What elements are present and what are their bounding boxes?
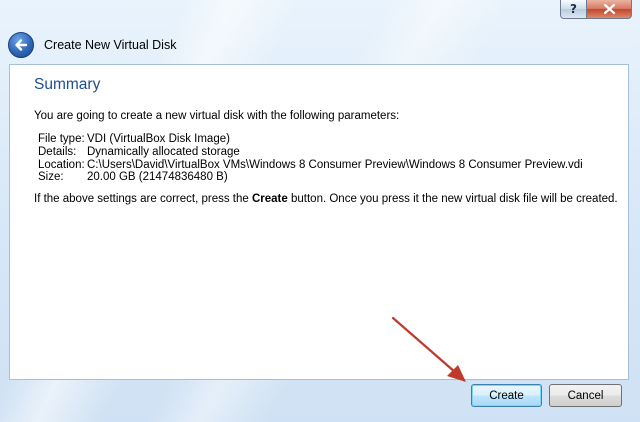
parameter-label: Location: <box>38 158 85 171</box>
back-button[interactable] <box>8 32 34 58</box>
parameter-value: Dynamically allocated storage <box>87 145 240 158</box>
parameter-value: C:\Users\David\VirtualBox VMs\Windows 8 … <box>87 158 583 171</box>
parameter-row-size: Size: 20.00 GB (21474836480 B) <box>38 171 583 184</box>
confirmation-text: If the above settings are correct, press… <box>34 193 618 205</box>
window-title: Create New Virtual Disk <box>44 38 177 52</box>
create-button[interactable]: Create <box>471 384 542 407</box>
cancel-button[interactable]: Cancel <box>549 384 622 407</box>
parameter-row-location: Location: C:\Users\David\VirtualBox VMs\… <box>38 159 583 172</box>
intro-text: You are going to create a new virtual di… <box>34 110 400 122</box>
parameter-row-details: Details: Dynamically allocated storage <box>38 146 583 159</box>
close-button[interactable] <box>587 0 632 19</box>
close-icon <box>603 4 615 14</box>
parameter-label: Size: <box>38 171 64 184</box>
parameter-row-file-type: File type: VDI (VirtualBox Disk Image) <box>38 133 583 146</box>
title-bar: Create New Virtual Disk <box>8 28 176 62</box>
back-arrow-icon <box>15 39 28 51</box>
caption-buttons: ? <box>560 0 632 19</box>
parameter-value: 20.00 GB (21474836480 B) <box>87 171 228 184</box>
confirmation-text-start: If the above settings are correct, press… <box>34 193 252 205</box>
parameter-value: VDI (VirtualBox Disk Image) <box>87 133 230 145</box>
page-heading: Summary <box>34 76 101 93</box>
parameter-label: File type: <box>38 133 85 145</box>
confirmation-text-end: button. Once you press it the new virtua… <box>287 193 618 205</box>
parameter-label: Details: <box>38 145 77 158</box>
red-pointer-arrow-icon <box>391 316 466 382</box>
confirmation-text-create: Create <box>251 193 288 205</box>
help-button[interactable]: ? <box>560 0 587 19</box>
wizard-page: Summary You are going to create a new vi… <box>9 64 629 380</box>
parameters-list: File type: VDI (VirtualBox Disk Image) D… <box>38 133 583 184</box>
